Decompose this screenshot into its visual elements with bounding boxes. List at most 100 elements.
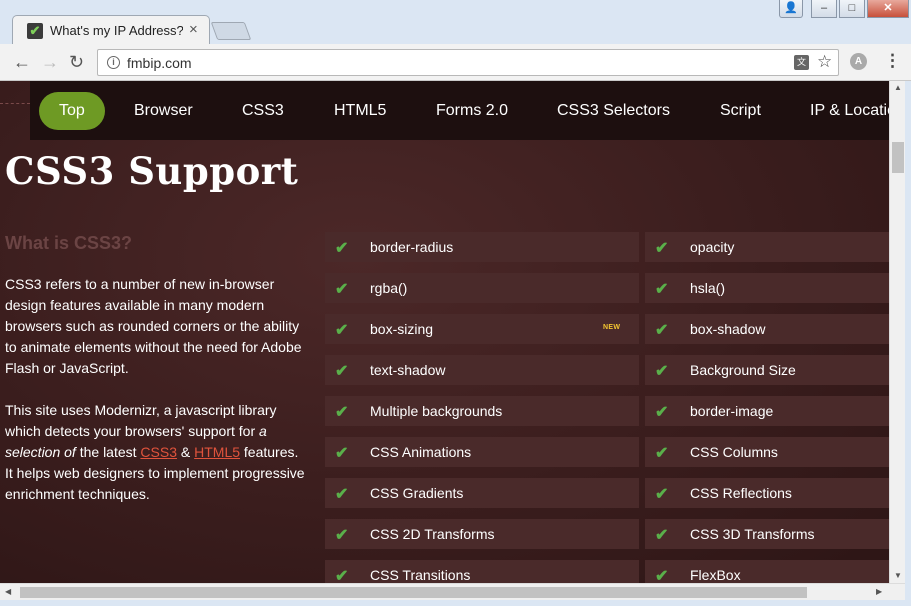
intro-paragraph: CSS3 refers to a number of new in-browse… [5,276,302,376]
scroll-up-arrow-icon[interactable]: ▲ [894,83,902,92]
vertical-scrollbar[interactable]: ▲ ▼ [889,81,905,583]
page-viewport: Top Browser CSS3 HTML5 Forms 2.0 CSS3 Se… [0,81,911,606]
check-icon: ✔ [655,240,669,257]
check-icon: ✔ [655,486,669,503]
reload-button[interactable]: ↻ [69,51,84,73]
check-icon: ✔ [655,445,669,462]
check-icon: ✔ [655,404,669,421]
feature-item: ✔ Background Size [645,355,889,385]
feature-item: ✔ rgba() [325,273,639,303]
feature-label: CSS Gradients [370,485,464,501]
window-frame [0,600,911,606]
feature-label: border-radius [370,239,454,255]
info-icon[interactable]: i [107,56,120,69]
feature-item: ✔ FlexBox [645,560,889,583]
feature-item: ✔ CSS Animations [325,437,639,467]
nav-css3-selectors[interactable]: CSS3 Selectors [557,92,670,130]
scroll-down-arrow-icon[interactable]: ▼ [894,571,902,580]
browser-tab[interactable]: ✔ What's my IP Address? × [12,15,210,45]
window-controls: 👤 – □ ✕ [779,0,909,18]
feature-label: Background Size [690,362,796,378]
check-icon: ✔ [655,281,669,298]
minimize-button[interactable]: – [811,0,837,18]
forward-button[interactable]: → [41,51,59,73]
nav-top[interactable]: Top [39,92,105,130]
check-icon: ✔ [335,527,349,544]
section-heading: What is CSS3? [5,233,133,253]
check-icon: ✔ [335,322,349,339]
vertical-scroll-thumb[interactable] [892,142,904,173]
close-window-button[interactable]: ✕ [867,0,909,18]
page-content: Top Browser CSS3 HTML5 Forms 2.0 CSS3 Se… [0,81,889,583]
feature-label: FlexBox [690,567,741,583]
window-frame [905,81,911,606]
nav-html5[interactable]: HTML5 [334,92,386,130]
nav-forms[interactable]: Forms 2.0 [436,92,508,130]
maximize-button[interactable]: □ [839,0,865,18]
favicon-check-icon: ✔ [27,23,43,39]
check-icon: ✔ [655,322,669,339]
extension-icon[interactable]: A [850,53,867,70]
new-badge: NEW [603,324,621,331]
check-icon: ✔ [655,527,669,544]
para-text: the latest [75,444,141,460]
feature-item: ✔ CSS 3D Transforms [645,519,889,549]
nav-css3[interactable]: CSS3 [242,92,284,130]
nav-ip-location[interactable]: IP & Location [810,92,889,130]
tab-close-icon[interactable]: × [189,21,198,38]
feature-label: rgba() [370,280,408,296]
new-tab-button[interactable] [210,22,252,40]
feature-label: CSS 3D Transforms [690,526,815,542]
page-title: CSS3 Support [5,149,299,193]
scroll-right-arrow-icon[interactable]: ▶ [876,587,882,596]
divider [0,103,30,104]
site-nav: Top Browser CSS3 HTML5 Forms 2.0 CSS3 Se… [30,81,889,140]
feature-label: CSS Animations [370,444,472,460]
feature-label: text-shadow [370,362,446,378]
check-icon: ✔ [335,240,349,257]
check-icon: ✔ [655,568,669,583]
back-button[interactable]: ← [13,51,31,73]
feature-label: box-sizing [370,321,434,337]
feature-item: ✔ CSS 2D Transforms [325,519,639,549]
para-text: This site uses Modernizr, a javascript l… [5,402,277,439]
feature-item: ✔ CSS Reflections [645,478,889,508]
feature-item: ✔ CSS Transitions [325,560,639,583]
feature-item: ✔ border-radius [325,232,639,262]
profile-icon[interactable]: 👤 [779,0,803,18]
scroll-left-arrow-icon[interactable]: ◀ [5,587,11,596]
feature-item: ✔ hsla() [645,273,889,303]
address-bar[interactable]: i fmbip.com 文 ☆ [97,49,839,76]
horizontal-scrollbar[interactable]: ◀ ▶ [0,583,905,600]
title-bar: ✔ What's my IP Address? × 👤 – □ ✕ [0,0,911,45]
feature-item: ✔ opacity [645,232,889,262]
bookmark-star-icon[interactable]: ☆ [817,52,832,72]
check-icon: ✔ [335,363,349,380]
horizontal-scroll-thumb[interactable] [20,587,807,598]
feature-item: ✔ text-shadow [325,355,639,385]
check-icon: ✔ [655,363,669,380]
feature-item: ✔ CSS Gradients [325,478,639,508]
feature-label: CSS Reflections [690,485,792,501]
feature-label: CSS 2D Transforms [370,526,495,542]
feature-item: ✔ CSS Columns [645,437,889,467]
modernizr-paragraph: This site uses Modernizr, a javascript l… [5,400,305,505]
url-text[interactable]: fmbip.com [127,55,192,71]
tab-title: What's my IP Address? [50,23,183,38]
browser-toolbar: ← → ↻ i fmbip.com 文 ☆ A ⋮ [0,44,911,81]
feature-label: CSS Transitions [370,567,471,583]
nav-browser[interactable]: Browser [134,92,193,130]
feature-item: ✔ box-shadow [645,314,889,344]
feature-label: opacity [690,239,735,255]
translate-icon[interactable]: 文 [794,55,809,70]
nav-script[interactable]: Script [720,92,761,130]
check-icon: ✔ [335,445,349,462]
html5-link[interactable]: HTML5 [194,444,240,460]
para-text: & [177,444,195,460]
check-icon: ✔ [335,568,349,583]
menu-icon[interactable]: ⋮ [884,51,901,71]
feature-item: ✔ Multiple backgrounds [325,396,639,426]
feature-item: ✔ box-sizing NEW [325,314,639,344]
feature-label: hsla() [690,280,726,296]
css3-link[interactable]: CSS3 [140,444,177,460]
